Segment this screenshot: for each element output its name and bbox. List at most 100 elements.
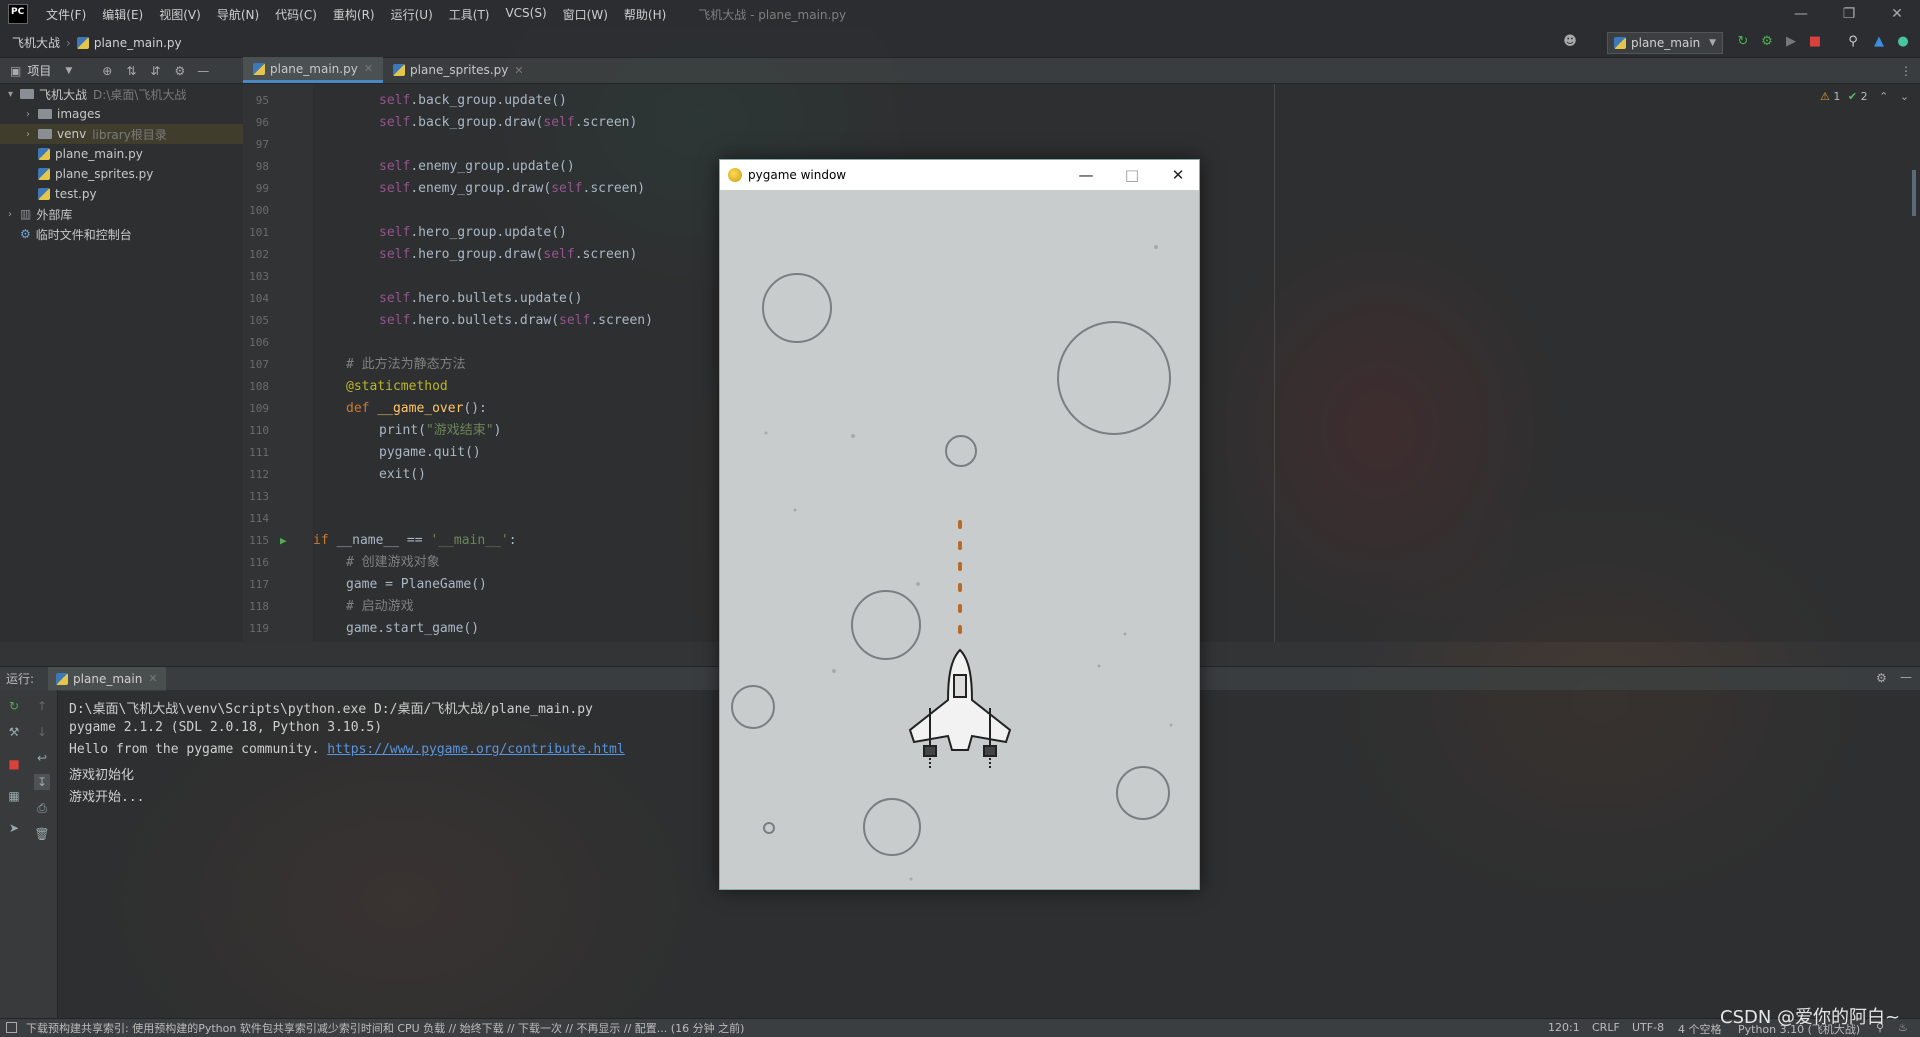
hide-panel-icon[interactable]: — [197,64,209,78]
tree-item[interactable]: › ▥ 外部库 [0,204,243,224]
plugin-icon[interactable]: ● [1895,34,1911,50]
rerun-icon[interactable]: ↻ [1735,34,1751,50]
run-gutter-icon[interactable]: ▶ [280,530,287,552]
indent-setting[interactable]: 4 个空格 [1678,1021,1722,1037]
close-tab-icon[interactable]: ✕ [514,64,523,77]
menu-item[interactable]: 运行(U) [383,6,441,23]
wrench-icon[interactable]: ⚒ [6,724,22,740]
user-icon[interactable]: ☻ [1562,34,1578,50]
menu-item[interactable]: VCS(S) [497,6,554,23]
collapse-all-icon[interactable]: ⇵ [150,64,160,78]
close-tab-icon[interactable]: ✕ [148,672,157,685]
stop-icon[interactable]: ■ [1807,34,1823,50]
menu-item[interactable]: 窗口(W) [555,6,616,23]
line-separator[interactable]: CRLF [1592,1021,1620,1034]
layout-icon[interactable]: ▦ [6,788,22,804]
close-tab-icon[interactable]: ✕ [364,62,373,75]
update-icon[interactable]: ▲ [1871,34,1887,50]
menu-item[interactable]: 工具(T) [441,6,498,23]
close-icon[interactable]: ✕ [1874,0,1920,28]
minimize-icon[interactable]: — [1063,160,1109,190]
code-line[interactable]: def __game_over(): [346,398,487,420]
stop-icon[interactable]: ■ [6,756,22,772]
chevron-right-icon[interactable]: › [26,109,38,120]
soft-wrap-icon[interactable]: ↩ [34,750,50,766]
arrow-down-icon[interactable]: ↓ [34,724,50,740]
minimize-icon[interactable]: — [1778,0,1824,28]
maximize-icon[interactable]: □ [1109,160,1155,190]
tree-item[interactable]: ⚙ 临时文件和控制台 [0,224,243,244]
code-line[interactable]: self.enemy_group.draw(self.screen) [379,178,645,200]
tree-item[interactable]: plane_main.py [0,144,243,164]
menu-item[interactable]: 导航(N) [209,6,267,23]
game-canvas[interactable] [720,190,1199,889]
code-line[interactable]: self.hero.bullets.update() [379,288,583,310]
code-line[interactable]: # 创建游戏对象 [346,552,440,574]
editor-tab[interactable]: plane_sprites.py ✕ [383,57,534,83]
code-line[interactable]: @staticmethod [346,376,448,398]
tree-item[interactable]: plane_sprites.py [0,164,243,184]
menu-item[interactable]: 代码(C) [267,6,325,23]
rerun-icon[interactable]: ↻ [6,698,22,714]
code-line[interactable]: self.enemy_group.update() [379,156,575,178]
tree-item[interactable]: › images [0,104,243,124]
pin-icon[interactable]: ➤ [6,820,22,836]
code-line[interactable]: self.hero.bullets.draw(self.screen) [379,310,653,332]
debug-icon[interactable]: ⚙ [1759,34,1775,50]
tree-item[interactable]: test.py [0,184,243,204]
code-line[interactable]: game = PlaneGame() [346,574,487,596]
caret-position[interactable]: 120:1 [1548,1021,1580,1034]
console-link[interactable]: https://www.pygame.org/contribute.html [327,742,624,757]
restore-icon[interactable]: ❐ [1826,0,1872,28]
gear-icon[interactable]: ⚙ [1876,671,1887,685]
search-icon[interactable]: ⚲ [1845,34,1861,50]
code-line[interactable]: print("游戏结束") [379,420,501,442]
menu-item[interactable]: 编辑(E) [94,6,151,23]
code-line[interactable]: exit() [379,464,426,486]
menu-item[interactable]: 文件(F) [38,6,94,23]
run-tab[interactable]: plane_main ✕ [48,666,166,691]
code-line[interactable]: self.hero_group.draw(self.screen) [379,244,637,266]
pygame-window[interactable]: pygame window — □ ✕ [719,159,1200,890]
file-encoding[interactable]: UTF-8 [1632,1021,1664,1034]
status-message[interactable]: 下载预构建共享索引: 使用预构建的Python 软件包共享索引减少索引时间和 C… [26,1020,744,1036]
code-line[interactable]: game.start_game() [346,618,479,640]
chevron-down-icon[interactable]: ▼ [65,66,72,76]
scroll-to-end-icon[interactable]: ↧ [34,774,50,790]
chevron-down-icon[interactable]: ⌄ [1900,90,1909,103]
editor-scrollbar[interactable] [1912,170,1916,216]
close-icon[interactable]: ✕ [1155,160,1201,190]
breadcrumb-project[interactable]: 飞机大战 [12,34,60,51]
trash-icon[interactable]: 🗑 [34,826,50,842]
chevron-right-icon[interactable]: › [26,129,38,140]
expand-all-icon[interactable]: ⇅ [126,64,136,78]
code-line[interactable]: self.back_group.draw(self.screen) [379,112,637,134]
coverage-icon[interactable]: ▶ [1783,34,1799,50]
code-line[interactable]: if __name__ == '__main__': [313,530,517,552]
menu-item[interactable]: 视图(V) [151,6,209,23]
chevron-down-icon[interactable]: ▾ [8,89,20,100]
menu-item[interactable]: 帮助(H) [616,6,674,23]
tree-item[interactable]: › venv library根目录 [0,124,243,144]
chevron-right-icon[interactable]: › [8,209,20,220]
code-line[interactable]: # 此方法为静态方法 [346,354,466,376]
hide-panel-icon[interactable]: — [1900,670,1912,684]
tab-menu-icon[interactable]: ⋮ [1900,64,1912,78]
code-line[interactable]: self.back_group.update() [379,90,567,112]
chevron-up-icon[interactable]: ⌃ [1879,90,1888,103]
toggle-panels-icon[interactable] [6,1022,17,1033]
breadcrumb-file[interactable]: plane_main.py [94,36,182,50]
project-panel-title[interactable]: 项目 [27,62,51,79]
arrow-up-icon[interactable]: ↑ [34,698,50,714]
run-config-selector[interactable]: plane_main ▼ [1607,32,1723,54]
code-line[interactable]: pygame.quit() [379,442,481,464]
inspection-widget[interactable]: ⚠ 1 ✔ 2 ⌃ ⌄ [1820,90,1909,103]
print-icon[interactable]: ⎙ [34,800,50,816]
tree-item[interactable]: ▾ 飞机大战 D:\桌面\飞机大战 [0,84,243,104]
code-line[interactable]: # 启动游戏 [346,596,414,618]
code-line[interactable]: self.hero_group.update() [379,222,567,244]
menu-item[interactable]: 重构(R) [325,6,383,23]
gear-icon[interactable]: ⚙ [174,64,185,78]
locate-icon[interactable]: ⊕ [102,64,112,78]
editor-tab[interactable]: plane_main.py ✕ [243,57,384,83]
